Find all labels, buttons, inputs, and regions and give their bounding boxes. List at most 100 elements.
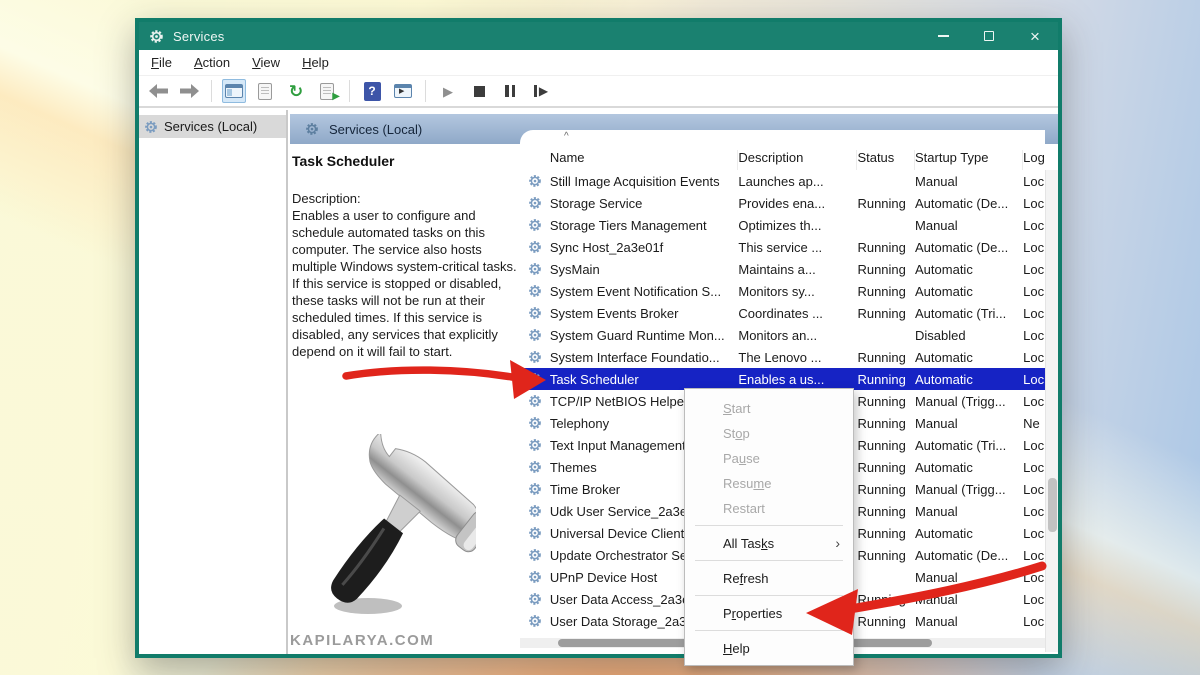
refresh-toolbar-button[interactable]: ↻: [284, 79, 308, 103]
tree-item-services-local[interactable]: Services (Local): [139, 115, 286, 138]
service-description-cell: The Lenovo ...: [738, 350, 857, 365]
stop-service-button[interactable]: [467, 79, 491, 103]
context-menu-item-label: Refresh: [723, 571, 769, 586]
vertical-scrollbar[interactable]: [1045, 170, 1058, 652]
service-log-on-as-cell: Loc: [1023, 240, 1045, 255]
context-menu-item[interactable]: Help ›: [685, 636, 853, 661]
extended-view-icon: [394, 84, 412, 98]
selected-service-name: Task Scheduler: [292, 153, 519, 169]
service-status-cell: Running: [857, 438, 915, 453]
service-log-on-as-cell: Loc: [1023, 284, 1045, 299]
service-startup-type-cell: Manual (Trigg...: [915, 482, 1023, 497]
context-menu-item-label: Stop: [723, 426, 750, 441]
forward-icon: [180, 84, 199, 98]
service-description-cell: Monitors an...: [738, 328, 857, 343]
service-log-on-as-cell: Loc: [1023, 350, 1045, 365]
show-console-tree-icon: [225, 84, 243, 98]
column-header-log-on-as[interactable]: Log: [1023, 150, 1045, 170]
context-menu-item-label: Pause: [723, 451, 760, 466]
context-menu-item[interactable]: Restart ›: [685, 496, 853, 521]
restart-service-button[interactable]: ▶: [529, 79, 553, 103]
service-gear-icon: [528, 592, 550, 606]
service-log-on-as-cell: Loc: [1023, 306, 1045, 321]
service-name-cell: System Event Notification S...: [550, 284, 739, 299]
table-row[interactable]: System Guard Runtime Mon... Monitors an.…: [520, 324, 1045, 346]
table-row[interactable]: Still Image Acquisition Events Launches …: [520, 170, 1045, 192]
close-button[interactable]: ×: [1012, 22, 1058, 50]
context-menu-item[interactable]: Stop ›: [685, 421, 853, 446]
service-status-cell: Running: [857, 614, 915, 629]
menubar-item[interactable]: File: [148, 53, 175, 72]
context-menu-item[interactable]: All Tasks ›: [685, 531, 853, 556]
service-log-on-as-cell: Loc: [1023, 218, 1045, 233]
service-startup-type-cell: Automatic: [915, 284, 1023, 299]
table-row[interactable]: Sync Host_2a3e01f This service ... Runni…: [520, 236, 1045, 258]
service-description-cell: Maintains a...: [738, 262, 857, 277]
refresh-icon: ↻: [289, 83, 303, 100]
service-gear-icon: [528, 306, 550, 320]
help-toolbar-button[interactable]: ?: [360, 79, 384, 103]
column-header-status[interactable]: Status: [857, 150, 915, 170]
start-service-icon: ▶: [443, 85, 453, 98]
menubar-item[interactable]: Action: [191, 53, 233, 72]
properties-toolbar-button[interactable]: [253, 79, 277, 103]
table-row[interactable]: SysMain Maintains a... Running Automatic…: [520, 258, 1045, 280]
menubar-item[interactable]: View: [249, 53, 283, 72]
service-gear-icon: [528, 526, 550, 540]
minimize-icon: [938, 35, 949, 37]
service-name-cell: System Events Broker: [550, 306, 739, 321]
service-gear-icon: [528, 240, 550, 254]
table-row[interactable]: System Events Broker Coordinates ... Run…: [520, 302, 1045, 324]
context-menu-item[interactable]: Properties ›: [685, 601, 853, 626]
table-row[interactable]: Storage Tiers Management Optimizes th...…: [520, 214, 1045, 236]
service-gear-icon: [528, 328, 550, 342]
vertical-scrollbar-thumb[interactable]: [1048, 478, 1057, 532]
service-log-on-as-cell: Loc: [1023, 394, 1045, 409]
service-log-on-as-cell: Loc: [1023, 262, 1045, 277]
maximize-button[interactable]: [966, 22, 1012, 50]
context-menu-item[interactable]: Refresh ›: [685, 566, 853, 591]
close-icon: ×: [1030, 28, 1040, 45]
menubar-item[interactable]: Help: [299, 53, 332, 72]
service-description-cell: Provides ena...: [738, 196, 857, 211]
context-menu-item-label: Properties: [723, 606, 782, 621]
properties-icon: [258, 83, 272, 100]
service-log-on-as-cell: Loc: [1023, 460, 1045, 475]
toolbar-separator: [211, 80, 212, 102]
service-name-cell: System Guard Runtime Mon...: [550, 328, 739, 343]
table-row[interactable]: System Interface Foundatio... The Lenovo…: [520, 346, 1045, 368]
service-gear-icon: [528, 394, 550, 408]
extended-view-button[interactable]: [391, 79, 415, 103]
context-menu-item[interactable]: Resume ›: [685, 471, 853, 496]
table-row[interactable]: Storage Service Provides ena... Running …: [520, 192, 1045, 214]
export-list-button[interactable]: ▶: [315, 79, 339, 103]
service-startup-type-cell: Automatic: [915, 460, 1023, 475]
service-gear-icon: [528, 504, 550, 518]
back-button[interactable]: [146, 79, 170, 103]
column-header-startup-type[interactable]: Startup Type: [915, 150, 1023, 170]
start-service-button[interactable]: ▶: [436, 79, 460, 103]
table-row[interactable]: Task Scheduler Enables a us... Running A…: [520, 368, 1045, 390]
show-console-tree-button[interactable]: [222, 79, 246, 103]
description-label: Description:: [292, 191, 361, 206]
pause-service-button[interactable]: [498, 79, 522, 103]
column-header-description[interactable]: Description: [738, 150, 857, 170]
menubar: File Action View Help: [139, 50, 1058, 76]
window-title: Services: [173, 29, 224, 44]
service-gear-icon: [528, 284, 550, 298]
service-name-cell: System Interface Foundatio...: [550, 350, 739, 365]
minimize-button[interactable]: [920, 22, 966, 50]
context-menu-item[interactable]: Pause ›: [685, 446, 853, 471]
service-status-cell: Running: [857, 592, 915, 607]
context-menu-item[interactable]: Start ›: [685, 396, 853, 421]
submenu-chevron-icon: ›: [835, 531, 840, 556]
export-arrow-icon: ▶: [332, 91, 340, 102]
service-description-pane: Task Scheduler Description: Enables a us…: [290, 144, 520, 654]
service-name-cell: Storage Tiers Management: [550, 218, 739, 233]
toolbar: ↻ ▶ ? ▶ ▶: [139, 76, 1058, 108]
service-description-cell: This service ...: [738, 240, 857, 255]
forward-button[interactable]: [177, 79, 201, 103]
table-row[interactable]: System Event Notification S... Monitors …: [520, 280, 1045, 302]
context-menu-item-label: Help: [723, 641, 750, 656]
column-header-name[interactable]: Name: [550, 150, 739, 170]
